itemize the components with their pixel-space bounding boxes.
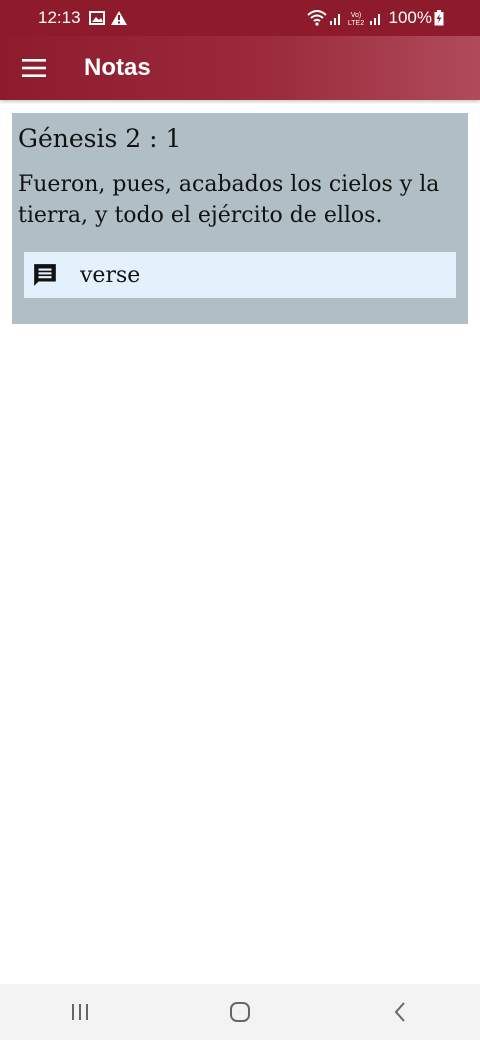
battery-percent: 100% [388, 8, 432, 27]
note-item[interactable]: verse [24, 252, 456, 298]
lte-icon: Vo) LTE2 [347, 12, 363, 26]
navigation-bar [0, 984, 480, 1040]
verse-text: Fueron, pues, acabados los cielos y la t… [18, 172, 440, 228]
note-card[interactable]: Génesis 2 : 1 Fueron, pues, acabados los… [12, 113, 468, 324]
app-bar: Notas [0, 36, 480, 100]
alert-icon [110, 11, 127, 25]
image-icon [88, 11, 105, 25]
menu-button[interactable] [18, 52, 50, 84]
battery-charging-icon [434, 10, 444, 26]
status-bar: 12:13 Vo) LTE2 100% [0, 0, 480, 36]
svg-text:LTE2: LTE2 [347, 20, 363, 26]
comment-icon [32, 261, 60, 289]
note-type-label: verse [80, 262, 141, 288]
verse-reference: Génesis 2 : 1 [18, 124, 182, 153]
status-time: 12:13 [38, 8, 81, 27]
home-button[interactable] [210, 992, 270, 1032]
hamburger-menu-icon [22, 59, 46, 77]
wifi-icon [306, 10, 327, 26]
recent-apps-button[interactable] [50, 992, 110, 1032]
home-icon [230, 1002, 250, 1022]
back-button[interactable] [370, 992, 430, 1032]
page-title: Notas [84, 54, 151, 81]
back-chevron-icon [394, 1002, 405, 1022]
recent-apps-icon [72, 1004, 88, 1020]
signal-icon [329, 14, 340, 25]
svg-text:Vo): Vo) [350, 12, 361, 19]
signal-icon-2 [369, 14, 380, 25]
